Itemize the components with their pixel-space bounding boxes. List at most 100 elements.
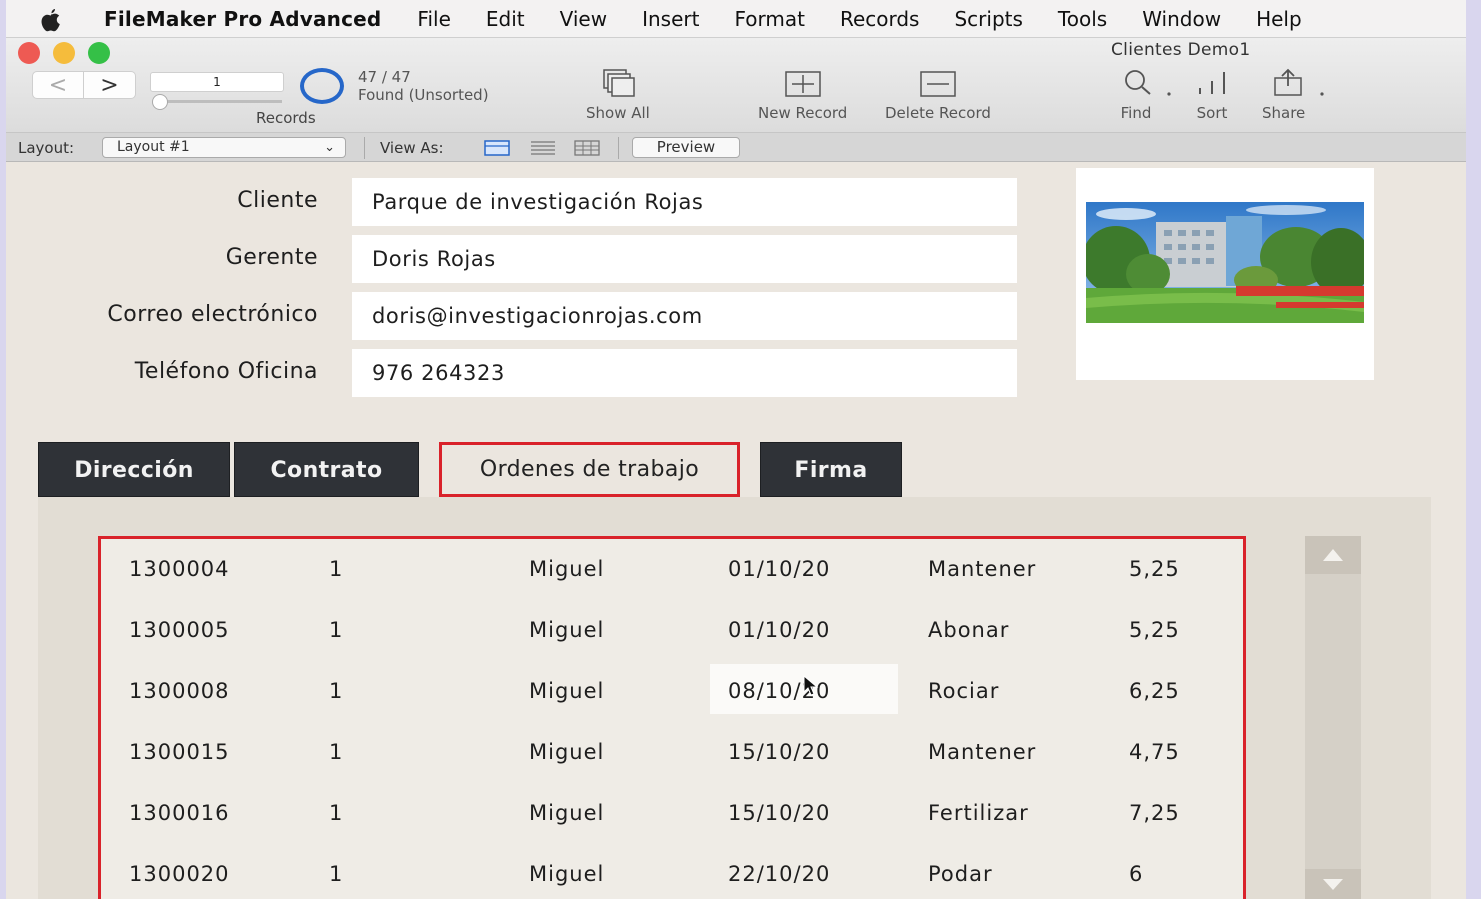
date[interactable]: 01/10/20 xyxy=(728,618,830,642)
scroll-up-arrow-icon[interactable] xyxy=(1305,536,1361,574)
menu-help[interactable]: Help xyxy=(1256,7,1302,31)
task[interactable]: Mantener xyxy=(928,557,1036,581)
amount[interactable]: 7,25 xyxy=(1129,801,1180,825)
preview-button[interactable]: Preview xyxy=(632,137,740,158)
app-name-menu[interactable]: FileMaker Pro Advanced xyxy=(104,7,381,31)
quantity[interactable]: 1 xyxy=(329,679,343,703)
menu-format[interactable]: Format xyxy=(734,7,804,31)
order-number[interactable]: 1300004 xyxy=(129,557,230,581)
task[interactable]: Fertilizar xyxy=(928,801,1029,825)
worker[interactable]: Miguel xyxy=(529,862,604,886)
gerente-field[interactable]: Doris Rojas xyxy=(352,235,1017,283)
scroll-down-arrow-icon[interactable] xyxy=(1305,869,1361,899)
task[interactable]: Rociar xyxy=(928,679,999,703)
close-window-button[interactable] xyxy=(18,42,40,64)
telefono-field[interactable]: 976 264323 xyxy=(352,349,1017,397)
share-icon xyxy=(1265,68,1327,98)
found-set-pie-icon xyxy=(300,68,344,104)
find-button[interactable]: Find xyxy=(1119,68,1175,122)
record-slider-handle[interactable] xyxy=(152,94,168,110)
quantity[interactable]: 1 xyxy=(329,557,343,581)
table-view-icon[interactable] xyxy=(574,140,600,160)
date[interactable]: 15/10/20 xyxy=(728,801,830,825)
portal-scrollbar[interactable] xyxy=(1305,536,1361,899)
date[interactable]: 01/10/20 xyxy=(728,557,830,581)
zoom-window-button[interactable] xyxy=(88,42,110,64)
photo-container-field[interactable] xyxy=(1076,168,1374,380)
quantity[interactable]: 1 xyxy=(329,618,343,642)
correo-field[interactable]: doris@investigacionrojas.com xyxy=(352,292,1017,340)
layout-label: Layout: xyxy=(18,139,75,157)
tab-contrato[interactable]: Contrato xyxy=(234,442,419,497)
order-number[interactable]: 1300016 xyxy=(129,801,230,825)
mouse-pointer-icon xyxy=(803,674,819,702)
task[interactable]: Podar xyxy=(928,862,993,886)
previous-record-button[interactable]: < xyxy=(32,71,84,99)
amount[interactable]: 4,75 xyxy=(1129,740,1180,764)
task[interactable]: Abonar xyxy=(928,618,1009,642)
window-title: Clientes Demo1 xyxy=(1111,40,1251,60)
delete-record-button[interactable]: Delete Record xyxy=(885,68,991,122)
task[interactable]: Mantener xyxy=(928,740,1036,764)
minimize-window-button[interactable] xyxy=(53,42,75,64)
worker[interactable]: Miguel xyxy=(529,679,604,703)
share-label: Share xyxy=(1262,104,1306,122)
form-view-icon[interactable] xyxy=(484,140,510,160)
amount[interactable]: 6,25 xyxy=(1129,679,1180,703)
toolbar-divider xyxy=(618,137,619,159)
gerente-label: Gerente xyxy=(225,245,318,270)
worker[interactable]: Miguel xyxy=(529,557,604,581)
menu-view[interactable]: View xyxy=(560,7,607,31)
share-button[interactable]: Share xyxy=(1262,68,1329,122)
menu-insert[interactable]: Insert xyxy=(642,7,699,31)
portal-row[interactable]: 1300020 1 Miguel 22/10/20 Podar 6 xyxy=(101,844,1243,899)
show-all-icon xyxy=(598,68,638,98)
date[interactable]: 15/10/20 xyxy=(728,740,830,764)
records-label: Records xyxy=(256,109,316,127)
quantity[interactable]: 1 xyxy=(329,862,343,886)
tab-firma[interactable]: Firma xyxy=(760,442,902,497)
worker[interactable]: Miguel xyxy=(529,801,604,825)
layout-select[interactable]: Layout #1 ⌄ xyxy=(102,137,346,158)
portal-row[interactable]: 1300015 1 Miguel 15/10/20 Mantener 4,75 xyxy=(101,722,1243,783)
current-record-input[interactable]: 1 xyxy=(150,72,284,92)
show-all-button[interactable]: Show All xyxy=(586,68,650,122)
worker[interactable]: Miguel xyxy=(529,740,604,764)
order-number[interactable]: 1300008 xyxy=(129,679,230,703)
order-number[interactable]: 1300020 xyxy=(129,862,230,886)
portal-row[interactable]: 1300004 1 Miguel 01/10/20 Mantener 5,25 xyxy=(101,539,1243,600)
menu-tools[interactable]: Tools xyxy=(1058,7,1107,31)
menu-records[interactable]: Records xyxy=(840,7,920,31)
layout-content: Cliente Parque de investigación Rojas Ge… xyxy=(6,162,1466,899)
quantity[interactable]: 1 xyxy=(329,801,343,825)
menu-file[interactable]: File xyxy=(417,7,450,31)
worker[interactable]: Miguel xyxy=(529,618,604,642)
order-number[interactable]: 1300005 xyxy=(129,618,230,642)
amount[interactable]: 6 xyxy=(1129,862,1143,886)
quantity[interactable]: 1 xyxy=(329,740,343,764)
portal-row[interactable]: 1300005 1 Miguel 01/10/20 Abonar 5,25 xyxy=(101,600,1243,661)
sort-button[interactable]: Sort xyxy=(1192,68,1232,122)
cliente-field[interactable]: Parque de investigación Rojas xyxy=(352,178,1017,226)
menu-window[interactable]: Window xyxy=(1142,7,1221,31)
tab-ordenes-de-trabajo[interactable]: Ordenes de trabajo xyxy=(439,442,740,497)
tab-direccion[interactable]: Dirección xyxy=(38,442,230,497)
order-number[interactable]: 1300015 xyxy=(129,740,230,764)
cliente-label: Cliente xyxy=(237,188,318,213)
record-navigation: < > xyxy=(32,71,136,99)
date[interactable]: 22/10/20 xyxy=(728,862,830,886)
work-orders-portal: 1300004 1 Miguel 01/10/20 Mantener 5,25 … xyxy=(98,536,1246,899)
record-slider-track xyxy=(154,100,282,103)
telefono-label: Teléfono Oficina xyxy=(134,359,318,384)
amount[interactable]: 5,25 xyxy=(1129,618,1180,642)
delete-record-label: Delete Record xyxy=(885,104,991,122)
menu-scripts[interactable]: Scripts xyxy=(954,7,1022,31)
apple-icon[interactable] xyxy=(40,8,76,31)
portal-row[interactable]: 1300016 1 Miguel 15/10/20 Fertilizar 7,2… xyxy=(101,783,1243,844)
menu-edit[interactable]: Edit xyxy=(486,7,525,31)
next-record-button[interactable]: > xyxy=(84,71,136,99)
new-record-button[interactable]: New Record xyxy=(758,68,847,122)
list-view-icon[interactable] xyxy=(530,140,556,160)
portal-row[interactable]: 1300008 1 Miguel 08/10/20 Rociar 6,25 xyxy=(101,661,1243,722)
amount[interactable]: 5,25 xyxy=(1129,557,1180,581)
